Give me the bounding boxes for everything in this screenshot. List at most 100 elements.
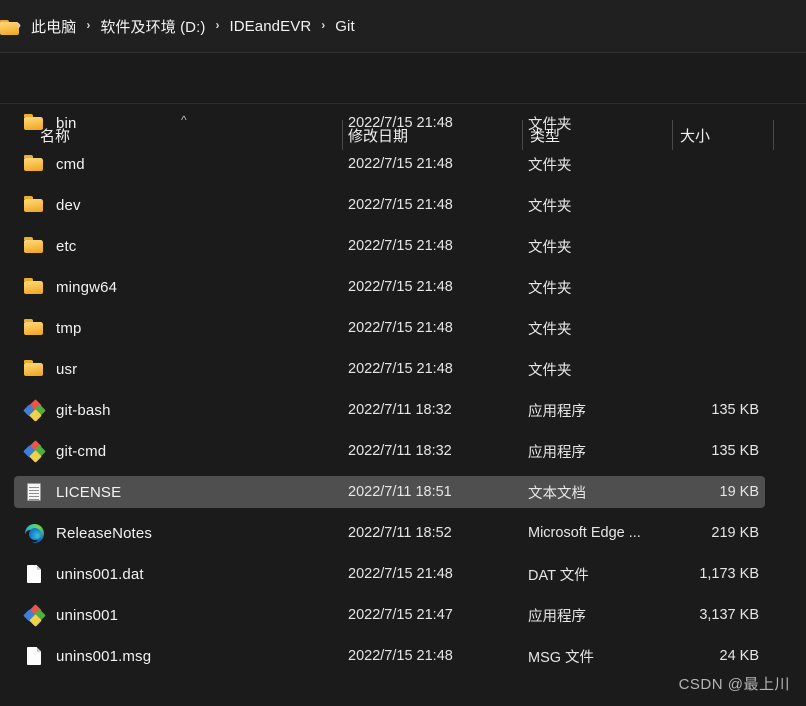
file-name-label: dev [56,196,81,214]
file-row[interactable]: git-bash 2022/7/11 18:32 应用程序 135 KB [14,394,765,426]
file-name-label: git-bash [56,401,111,419]
file-name-cell[interactable]: git-bash [14,394,111,426]
file-type-cell: 应用程序 [528,403,586,420]
file-type-cell: 文件夹 [528,198,572,215]
file-name-cell[interactable]: unins001 [14,599,118,631]
address-bar[interactable]: › 此电脑 › 软件及环境 (D:) › IDEandEVR › Git [0,0,806,53]
file-type-cell: 文件夹 [528,321,572,338]
file-name-cell[interactable]: etc [14,230,76,262]
file-size-cell: 19 KB [719,484,760,500]
file-name-cell[interactable]: tmp [14,312,81,344]
folder-icon [24,195,46,215]
file-row[interactable]: bin 2022/7/15 21:48 文件夹 [14,107,765,139]
file-type-cell: 文件夹 [528,362,572,379]
file-name-label: unins001.dat [56,565,144,583]
breadcrumb-separator-0: › [17,18,21,32]
folder-icon [24,154,46,174]
file-name-label: etc [56,237,77,255]
file-name-cell[interactable]: git-cmd [14,435,106,467]
watermark: CSDN @最上川 [678,676,790,693]
file-type-cell: DAT 文件 [528,567,589,584]
file-date-cell: 2022/7/15 21:48 [348,320,453,336]
file-name-label: bin [56,114,77,132]
file-row[interactable]: unins001.msg 2022/7/15 21:48 MSG 文件 24 KB [14,640,765,672]
breadcrumb-separator-1: › [86,18,91,32]
file-explorer-window: › 此电脑 › 软件及环境 (D:) › IDEandEVR › Git ^ 名… [0,0,806,706]
file-row[interactable]: etc 2022/7/15 21:48 文件夹 [14,230,765,262]
file-date-cell: 2022/7/11 18:51 [348,484,452,500]
file-type-cell: 文件夹 [528,157,572,174]
folder-icon [24,236,46,256]
file-row[interactable]: tmp 2022/7/15 21:48 文件夹 [14,312,765,344]
file-row[interactable]: unins001 2022/7/15 21:47 应用程序 3,137 KB [14,599,765,631]
file-name-cell[interactable]: unins001.dat [14,558,144,590]
breadcrumb-item-drive-d[interactable]: 软件及环境 (D:) [98,14,207,39]
file-date-cell: 2022/7/15 21:48 [348,566,453,582]
file-name-label: usr [56,360,78,378]
file-size-cell: 24 KB [719,648,760,664]
file-name-cell[interactable]: mingw64 [14,271,117,303]
file-name-label: ReleaseNotes [56,524,153,542]
file-row[interactable]: ReleaseNotes 2022/7/11 18:52 Microsoft Edg… [14,517,765,549]
file-name-cell[interactable]: LICENSE [14,476,121,508]
file-type-cell: MSG 文件 [528,649,595,666]
file-date-cell: 2022/7/15 21:48 [348,361,453,377]
file-name-label: tmp [56,319,82,337]
folder-icon[interactable] [0,19,19,35]
file-name-label: unins001 [56,606,119,624]
file-row[interactable]: git-cmd 2022/7/11 18:32 应用程序 135 KB [14,435,765,467]
file-type-cell: 文本文档 [528,485,586,502]
file-type-cell: 文件夹 [528,239,572,256]
file-date-cell: 2022/7/15 21:47 [348,607,453,623]
file-name-label: git-cmd [56,442,107,460]
application-icon [23,398,46,422]
file-row[interactable]: mingw64 2022/7/15 21:48 文件夹 [14,271,765,303]
file-date-cell: 2022/7/15 21:48 [348,238,453,254]
column-header-row: ^ 名称 修改日期 类型 大小 [0,54,806,150]
file-date-cell: 2022/7/11 18:32 [348,443,452,459]
file-size-cell: 135 KB [711,402,759,418]
file-name-cell[interactable]: bin [14,107,76,139]
breadcrumb-item-ideandevr[interactable]: IDEandEVR [227,16,313,37]
file-size-cell: 135 KB [711,443,759,459]
file-name-label: mingw64 [56,278,118,296]
application-icon [23,439,46,463]
file-date-cell: 2022/7/15 21:48 [348,115,453,131]
folder-icon [24,277,46,297]
file-type-cell: 应用程序 [528,444,586,461]
file-name-cell[interactable]: dev [14,189,81,221]
file-size-cell: 1,173 KB [699,566,759,582]
file-row[interactable]: usr 2022/7/15 21:48 文件夹 [14,353,765,385]
text-document-icon [24,482,46,502]
breadcrumb-item-this-pc[interactable]: 此电脑 [29,14,78,39]
file-name-cell[interactable]: cmd [14,148,85,180]
breadcrumb-separator-2: › [215,18,220,32]
file-name-cell[interactable]: unins001.msg [14,640,151,672]
file-row[interactable]: unins001.dat 2022/7/15 21:48 DAT 文件 1,173 K… [14,558,765,590]
file-name-label: LICENSE [56,483,122,501]
file-date-cell: 2022/7/11 18:52 [348,525,452,541]
file-row[interactable]: dev 2022/7/15 21:48 文件夹 [14,189,765,221]
file-row[interactable]: cmd 2022/7/15 21:48 文件夹 [14,148,765,180]
file-name-label: unins001.msg [56,647,152,665]
file-date-cell: 2022/7/11 18:32 [348,402,452,418]
breadcrumb-separator-3: › [321,18,326,32]
folder-icon [24,318,46,338]
microsoft-edge-icon [22,523,46,545]
file-row[interactable]: LICENSE 2022/7/11 18:51 文本文档 19 KB [14,476,765,508]
folder-icon [24,113,46,133]
file-name-cell[interactable]: usr [14,353,77,385]
file-date-cell: 2022/7/15 21:48 [348,197,453,213]
blank-file-icon [24,646,46,666]
blank-file-icon [24,564,46,584]
file-size-cell: 219 KB [711,525,759,541]
application-icon [23,603,46,627]
breadcrumb-item-git[interactable]: Git [333,16,356,37]
file-list[interactable]: bin 2022/7/15 21:48 文件夹 cmd 2022/7/15 21:48 文… [0,104,806,706]
file-date-cell: 2022/7/15 21:48 [348,648,453,664]
file-type-cell: 文件夹 [528,280,572,297]
file-date-cell: 2022/7/15 21:48 [348,156,453,172]
file-name-cell[interactable]: ReleaseNotes [14,517,152,549]
file-name-label: cmd [56,155,85,173]
file-date-cell: 2022/7/15 21:48 [348,279,453,295]
